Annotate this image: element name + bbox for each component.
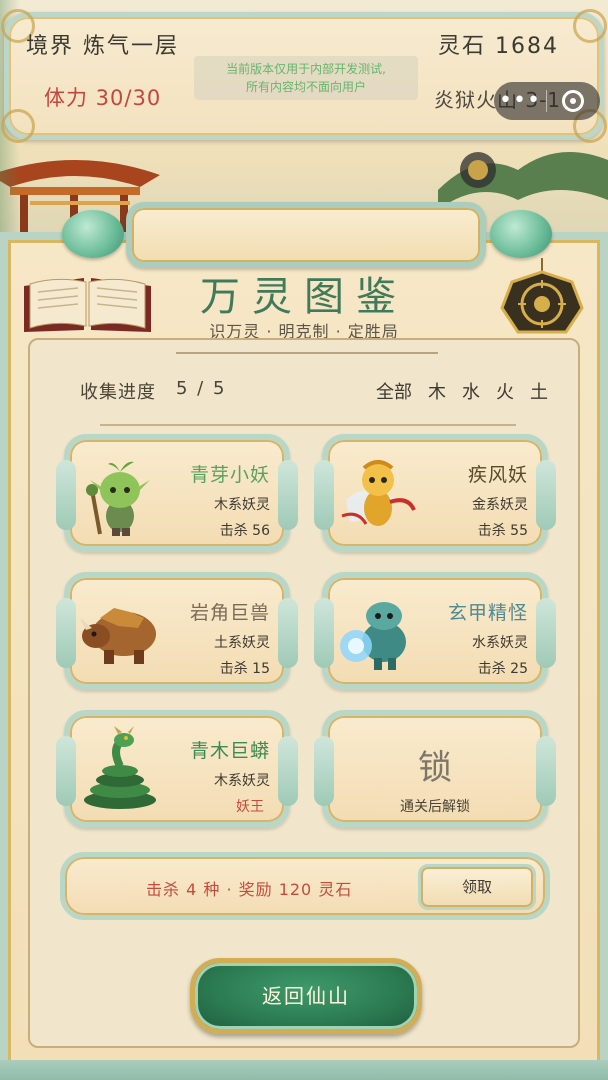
monster-element-type: 木系妖灵 — [214, 497, 270, 513]
reward-text: 击杀 4 种 · 奖励 120 灵石 — [146, 880, 353, 899]
boss-badge: 妖王 — [236, 799, 264, 815]
wind-demon-portrait-icon — [341, 460, 416, 526]
dev-notice-line: 所有内容均不面向用户 — [245, 80, 366, 94]
more-menu-icon[interactable]: ••• — [494, 90, 546, 112]
monster-name: 青木巨蟒 — [189, 740, 270, 762]
rock-beast-portrait-icon — [80, 608, 156, 664]
monster-element-type: 水系妖灵 — [472, 635, 528, 651]
monster-kill-count: 击杀 55 — [477, 523, 528, 539]
monster-kill-count: 击杀 56 — [219, 523, 270, 539]
realm-label: 境界 炼气一层 — [26, 34, 179, 59]
dev-notice-line: 当前版本仅用于内部开发测试, — [226, 62, 386, 76]
filter-tab-wood[interactable]: 木 — [420, 378, 454, 404]
title-plaque — [126, 202, 486, 268]
dev-notice: 当前版本仅用于内部开发测试, 所有内容均不面向用户 — [194, 56, 418, 100]
monster-kill-count: 击杀 15 — [219, 661, 270, 677]
jade-ornament-icon — [490, 210, 552, 258]
corner-ornament — [573, 9, 607, 43]
filter-tab-earth[interactable]: 土 — [522, 378, 556, 404]
monster-kill-count: 击杀 25 — [477, 661, 528, 677]
monster-card-wind-demon[interactable]: 疾风妖 金系妖灵 击杀 55 — [314, 434, 556, 552]
monster-name: 青芽小妖 — [189, 464, 270, 486]
cloud-ornament — [278, 736, 298, 806]
corner-ornament — [1, 109, 35, 143]
monster-element-type: 土系妖灵 — [214, 635, 270, 651]
filter-tab-all[interactable]: 全部 — [376, 378, 420, 404]
monster-name: 疾风妖 — [467, 464, 528, 486]
filter-tab-water[interactable]: 水 — [454, 378, 488, 404]
jade-ornament-icon — [62, 210, 124, 258]
divider — [176, 352, 438, 354]
monster-card-green-serpent[interactable]: 青木巨蟒 木系妖灵 妖王 — [56, 710, 298, 828]
collection-progress-value: 5 / 5 — [176, 378, 227, 399]
claim-reward-button[interactable]: 领取 — [418, 864, 536, 910]
stamina-label: 体力 30/30 — [44, 86, 162, 110]
collection-progress-label: 收集进度 — [80, 382, 156, 403]
cloud-ornament — [56, 598, 76, 668]
bottom-frame-band — [0, 1060, 608, 1080]
divider — [100, 424, 516, 426]
unlock-hint: 通关后解锁 — [400, 799, 470, 815]
page-title: 万灵图鉴 — [200, 274, 408, 320]
green-serpent-portrait-icon — [84, 726, 156, 809]
monster-name: 玄甲精怪 — [447, 602, 528, 624]
armored-spirit-portrait-icon — [340, 602, 406, 670]
monster-card-rock-beast[interactable]: 岩角巨兽 土系妖灵 击杀 15 — [56, 572, 298, 690]
miniprogram-capsule: ••• — [494, 82, 600, 120]
cloud-ornament — [56, 736, 76, 806]
cloud-ornament — [278, 460, 298, 530]
sprout-goblin-portrait-icon — [86, 461, 150, 536]
cloud-ornament — [314, 598, 334, 668]
close-miniprogram-icon[interactable] — [547, 90, 599, 112]
cloud-ornament — [278, 598, 298, 668]
monster-element-type: 金系妖灵 — [472, 497, 528, 513]
element-filter-tabs: 全部 木 水 火 土 — [376, 378, 556, 404]
monster-element-type: 木系妖灵 — [214, 773, 270, 789]
return-to-mountain-button[interactable]: 返回仙山 — [190, 958, 422, 1034]
monster-name: 岩角巨兽 — [189, 602, 270, 624]
cloud-ornament — [56, 460, 76, 530]
cloud-ornament — [314, 460, 334, 530]
spirit-stones-label: 灵石 1684 — [438, 34, 559, 59]
cloud-ornament — [536, 598, 556, 668]
cloud-ornament — [536, 460, 556, 530]
locked-label: 锁 — [418, 748, 452, 788]
monster-card-sprout-goblin[interactable]: 青芽小妖 木系妖灵 击杀 56 — [56, 434, 298, 552]
filter-tab-fire[interactable]: 火 — [488, 378, 522, 404]
monster-card-locked[interactable]: 锁 通关后解锁 — [314, 710, 556, 828]
monster-card-armored-spirit[interactable]: 玄甲精怪 水系妖灵 击杀 25 — [314, 572, 556, 690]
